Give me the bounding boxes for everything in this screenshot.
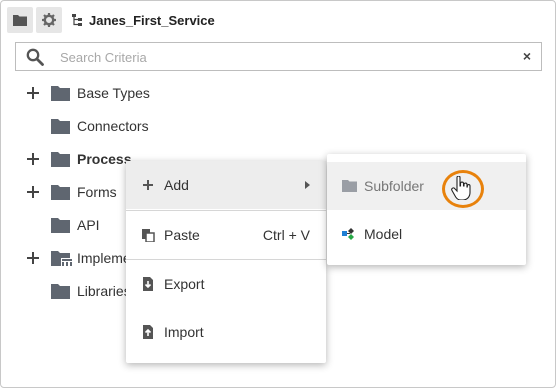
export-icon (143, 277, 153, 291)
folder-icon (51, 283, 70, 299)
service-title[interactable]: Janes_First_Service (72, 13, 215, 28)
expand-icon[interactable] (26, 185, 40, 199)
expand-icon[interactable] (26, 251, 40, 265)
submenu-item-subfolder[interactable]: Subfolder (327, 162, 526, 210)
tree-item-label: Connectors (77, 118, 149, 134)
menu-item-shortcut: Ctrl + V (262, 227, 310, 243)
model-icon (342, 228, 354, 240)
menu-item-paste[interactable]: Paste Ctrl + V (126, 211, 326, 259)
tree-item-label: Forms (77, 184, 117, 200)
folder-icon (342, 180, 357, 192)
hand-cursor-icon (451, 176, 471, 200)
menu-item-import[interactable]: Import (126, 308, 326, 356)
search-icon (26, 48, 44, 66)
service-name: Janes_First_Service (89, 12, 215, 28)
tree-item-label: Libraries (77, 283, 131, 299)
implementation-folder-icon (51, 250, 73, 266)
expand-icon[interactable] (26, 86, 40, 100)
plus-icon (143, 180, 153, 190)
submenu-item-label: Model (364, 226, 403, 242)
add-submenu: Subfolder Model (327, 154, 526, 265)
tree-item-label: Impleme (77, 250, 131, 266)
folder-icon (51, 217, 70, 233)
submenu-arrow-icon (305, 181, 310, 189)
folder-icon (51, 184, 70, 200)
folder-icon (51, 118, 70, 134)
menu-item-label: Paste (164, 227, 200, 243)
menu-item-export[interactable]: Export (126, 260, 326, 308)
clear-search-button[interactable]: × (523, 48, 531, 64)
search-bar: × (15, 42, 542, 71)
context-menu: Add Paste Ctrl + V Export Import (126, 161, 326, 363)
paste-icon (142, 229, 155, 242)
tree-item-label: API (77, 217, 100, 233)
submenu-item-model[interactable]: Model (327, 210, 526, 258)
submenu-item-label: Subfolder (364, 178, 424, 194)
tree-item-label: Process (77, 151, 132, 167)
repository-panel: Janes_First_Service × Base Types Connect… (0, 0, 556, 388)
import-icon (143, 325, 153, 339)
menu-item-label: Add (164, 177, 189, 193)
folder-icon (13, 15, 27, 26)
expand-icon[interactable] (26, 152, 40, 166)
settings-button[interactable] (36, 7, 62, 33)
menu-item-add[interactable]: Add (126, 161, 326, 209)
service-tree-icon (72, 14, 82, 26)
folder-button[interactable] (7, 7, 33, 33)
folder-icon (51, 151, 70, 167)
top-toolbar: Janes_First_Service (7, 7, 215, 33)
menu-item-label: Export (164, 276, 205, 292)
folder-icon (51, 85, 70, 101)
search-input[interactable] (60, 47, 500, 67)
tree-item-label: Base Types (77, 85, 150, 101)
gear-icon (42, 13, 56, 27)
menu-item-label: Import (164, 324, 204, 340)
